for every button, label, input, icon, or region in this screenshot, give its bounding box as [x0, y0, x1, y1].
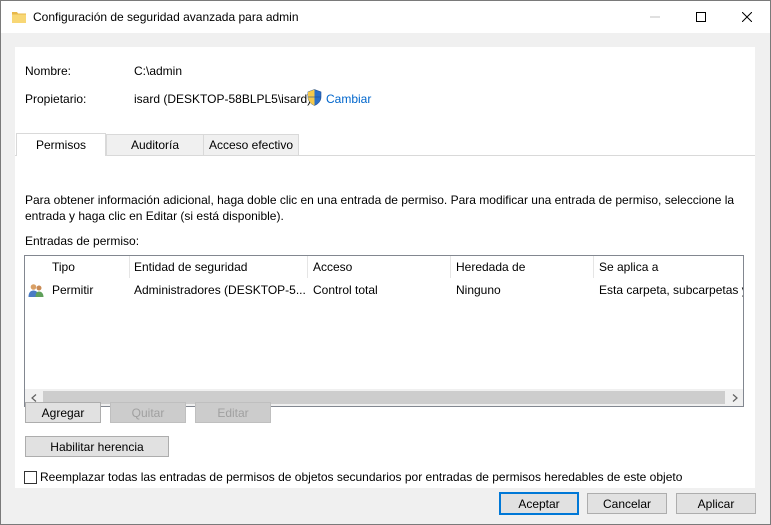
dialog-content: Nombre: C:\admin Propietario: isard (DES… — [1, 34, 770, 524]
column-header-heredada[interactable]: Heredada de — [451, 256, 593, 278]
change-owner-link[interactable]: Cambiar — [326, 92, 371, 106]
apply-button[interactable]: Aplicar — [676, 493, 756, 514]
window-title: Configuración de seguridad avanzada para… — [33, 10, 299, 24]
tab-label: Acceso efectivo — [208, 138, 294, 152]
tab-auditoria[interactable]: Auditoría — [106, 134, 204, 155]
column-header-aplica[interactable]: Se aplica a — [594, 256, 743, 278]
description-line-1: Para obtener información adicional, haga… — [25, 193, 735, 207]
column-header-tipo[interactable]: Tipo — [47, 256, 129, 278]
replace-child-permissions-checkbox[interactable] — [24, 471, 37, 484]
entries-label: Entradas de permiso: — [25, 234, 140, 248]
close-icon — [742, 12, 752, 22]
advanced-security-window: Configuración de seguridad avanzada para… — [0, 0, 771, 525]
add-button[interactable]: Agregar — [25, 402, 101, 423]
enable-inheritance-button[interactable]: Habilitar herencia — [25, 436, 169, 457]
row-tipo: Permitir — [52, 283, 94, 297]
owner-value: isard (DESKTOP-58BLPL5\isard) — [134, 92, 312, 106]
title-bar[interactable]: Configuración de seguridad avanzada para… — [1, 1, 770, 33]
folder-icon — [12, 12, 26, 23]
minimize-icon — [650, 16, 660, 18]
uac-shield-icon — [307, 89, 322, 106]
owner-label: Propietario: — [25, 92, 87, 106]
name-label: Nombre: — [25, 64, 72, 78]
cancel-button[interactable]: Cancelar — [587, 493, 667, 514]
permission-entries-list[interactable]: Tipo Entidad de seguridad Acceso Heredad… — [24, 255, 744, 407]
ok-button[interactable]: Aceptar — [499, 492, 579, 515]
row-entidad: Administradores (DESKTOP-5... — [134, 283, 306, 297]
column-header-acceso[interactable]: Acceso — [308, 256, 450, 278]
edit-button[interactable]: Editar — [195, 402, 271, 423]
row-acceso: Control total — [313, 283, 378, 297]
maximize-icon — [696, 12, 706, 22]
replace-child-permissions-label[interactable]: Reemplazar todas las entradas de permiso… — [40, 470, 682, 484]
minimize-button[interactable] — [632, 1, 678, 33]
scroll-right-arrow[interactable] — [726, 389, 743, 406]
chevron-left-icon — [30, 393, 36, 402]
tab-acceso-efectivo[interactable]: Acceso efectivo — [203, 134, 299, 155]
tab-label: Auditoría — [130, 138, 180, 152]
column-header-entidad[interactable]: Entidad de seguridad — [129, 256, 307, 278]
tab-label: Permisos — [35, 138, 86, 152]
name-value: C:\admin — [134, 64, 183, 78]
maximize-button[interactable] — [678, 1, 724, 33]
description-line-2: entrada y haga clic en Editar (si está d… — [25, 209, 284, 223]
info-panel: Nombre: C:\admin Propietario: isard (DES… — [15, 47, 755, 488]
close-button[interactable] — [724, 1, 770, 33]
row-aplica: Esta carpeta, subcarpetas y ... — [599, 283, 743, 297]
row-heredada: Ninguno — [456, 283, 501, 297]
remove-button[interactable]: Quitar — [110, 402, 186, 423]
chevron-right-icon — [732, 393, 738, 402]
tab-permisos[interactable]: Permisos — [16, 133, 106, 156]
users-icon — [28, 284, 44, 297]
